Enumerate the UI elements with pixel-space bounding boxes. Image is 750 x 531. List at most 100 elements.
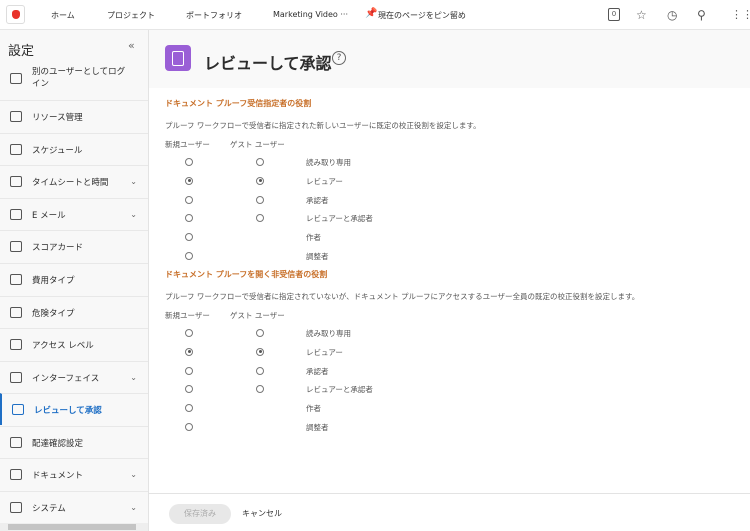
sidebar-item-label: 費用タイプ — [32, 275, 75, 286]
radio-new-user[interactable] — [185, 233, 193, 242]
radio-guest-user[interactable] — [256, 366, 264, 375]
role-label: 承認者 — [306, 195, 329, 205]
timesheet-icon — [10, 176, 22, 187]
nav-portfolios[interactable]: ポートフォリオ — [186, 10, 242, 21]
role-label: 読み取り専用 — [306, 329, 351, 338]
chevron-down-icon[interactable]: ⌄ — [130, 470, 137, 479]
sidebar-item-label: スケジュール — [32, 145, 83, 156]
nav-home[interactable]: ホーム — [51, 10, 75, 21]
radio-guest-user[interactable] — [256, 195, 264, 204]
sidebar-item-label: リソース管理 — [32, 112, 83, 123]
interface-icon — [10, 372, 22, 383]
radio-new-user[interactable] — [185, 252, 193, 260]
apps-grid-icon[interactable]: ⋮⋮ — [731, 8, 750, 21]
radio-new-user[interactable] — [185, 423, 193, 431]
column-new-user: 新規ユーザー — [165, 140, 210, 149]
column-new-user: 新規ユーザー — [165, 311, 210, 320]
radio-new-user[interactable] — [185, 385, 193, 394]
radio-guest-user[interactable] — [256, 176, 264, 185]
radio-guest-user[interactable] — [256, 158, 264, 166]
sidebar-item[interactable]: E メール ⌄ — [0, 198, 148, 230]
sidebar-item[interactable]: スコアカード — [0, 230, 148, 262]
section-description: プルーフ ワークフローで受信者に指定されていないが、ドキュメント プルーフにアク… — [165, 292, 640, 301]
sidebar-item[interactable]: スケジュール — [0, 133, 148, 165]
risk-icon — [10, 307, 22, 318]
radio-guest-user[interactable] — [256, 214, 264, 223]
help-icon[interactable]: ? — [332, 51, 346, 65]
sidebar-item[interactable]: レビューして承認 — [0, 393, 148, 425]
document-icon — [10, 469, 22, 480]
sidebar-item-label: インターフェイス — [32, 373, 100, 384]
radio-new-user[interactable] — [185, 366, 193, 375]
sidebar-item[interactable]: 別のユーザーとしてログイン — [0, 60, 148, 96]
sidebar-item-label: アクセス レベル — [32, 340, 94, 351]
scorecard-icon — [10, 241, 22, 252]
sidebar-scrollbar[interactable] — [0, 523, 148, 531]
section-title: ドキュメント プルーフを開く非受信者の役割 — [165, 270, 328, 279]
sidebar-item-label: 配達確認設定 — [32, 438, 84, 449]
radio-guest-user[interactable] — [256, 329, 264, 337]
pin-icon: 📌 — [365, 8, 378, 19]
save-button[interactable]: 保存済み — [169, 504, 231, 524]
sidebar-title: 設定 — [8, 44, 35, 59]
sidebar-item[interactable]: インターフェイス ⌄ — [0, 361, 148, 393]
resource-icon — [10, 111, 22, 122]
sidebar-item-label: スコアカード — [32, 242, 84, 253]
role-label: 調整者 — [306, 252, 329, 261]
chevron-down-icon[interactable]: ⌄ — [130, 177, 137, 186]
chevron-down-icon[interactable]: ⌄ — [130, 210, 137, 219]
radio-new-user[interactable] — [185, 404, 193, 413]
sidebar-item[interactable]: リソース管理 — [0, 100, 148, 132]
page-title: レビューして承認 — [204, 54, 332, 73]
system-icon — [10, 502, 22, 513]
role-label: レビュアーと承認者 — [306, 214, 373, 224]
chevron-down-icon[interactable]: ⌄ — [130, 503, 137, 512]
role-label: レビュアー — [306, 347, 343, 357]
sidebar-item-label: ドキュメント — [32, 470, 84, 481]
lock-icon — [10, 339, 22, 350]
sidebar-item-label: 別のユーザーとしてログイン — [32, 67, 126, 89]
search-icon[interactable]: ⚲ — [697, 8, 706, 22]
sidebar-item[interactable]: タイムシートと時間 ⌄ — [0, 165, 148, 197]
history-icon[interactable]: ◷ — [667, 8, 677, 22]
nav-recent-project[interactable]: Marketing Video ··· — [273, 10, 348, 19]
settings-sidebar: 設定 « 別のユーザーとしてログインリソース管理 スケジュールタイムシートと時間 ⌄… — [0, 30, 149, 531]
radio-new-user[interactable] — [185, 214, 193, 223]
sidebar-item-label: レビューして承認 — [34, 405, 102, 416]
column-guest-user: ゲスト ユーザー — [230, 311, 285, 320]
nav-projects[interactable]: プロジェクト — [107, 10, 155, 21]
cancel-button[interactable]: キャンセル — [242, 508, 282, 519]
top-bar: ホーム プロジェクト ポートフォリオ Marketing Video ··· 📌… — [0, 0, 750, 30]
collapse-sidebar-button[interactable]: « — [128, 39, 135, 52]
sidebar-item[interactable]: 費用タイプ — [0, 263, 148, 295]
sidebar-item[interactable]: システム ⌄ — [0, 491, 148, 523]
notifications-badge[interactable]: 0 — [608, 8, 620, 21]
radio-guest-user[interactable] — [256, 385, 264, 394]
chevron-down-icon[interactable]: ⌄ — [130, 373, 137, 382]
role-label: 調整者 — [306, 423, 329, 432]
radio-guest-user[interactable] — [256, 347, 264, 356]
sidebar-item[interactable]: アクセス レベル — [0, 328, 148, 360]
sidebar-item[interactable]: 配達確認設定 — [0, 426, 148, 458]
sidebar-item-label: システム — [32, 503, 66, 514]
radio-new-user[interactable] — [185, 195, 193, 204]
radio-new-user[interactable] — [185, 347, 193, 356]
radio-new-user[interactable] — [185, 329, 193, 337]
radio-new-user[interactable] — [185, 176, 193, 185]
section-description: プルーフ ワークフローで受信者に指定された新しいユーザーに既定の校正役割を設定し… — [165, 121, 481, 130]
role-label: 作者 — [306, 233, 321, 243]
star-icon[interactable]: ☆ — [636, 8, 647, 22]
section-title: ドキュメント プルーフ受信指定者の役割 — [165, 99, 312, 108]
sidebar-item[interactable]: ドキュメント ⌄ — [0, 458, 148, 490]
review-approve-icon — [165, 45, 191, 71]
role-label: レビュアー — [306, 176, 343, 186]
sidebar-item-label: 危険タイプ — [32, 308, 75, 319]
calendar-icon — [10, 144, 22, 155]
sidebar-item[interactable]: 危険タイプ — [0, 296, 148, 328]
sidebar-item-label: E メール — [32, 210, 66, 221]
pin-page-button[interactable]: 現在のページをピン留め — [378, 10, 466, 21]
column-guest-user: ゲスト ユーザー — [230, 140, 285, 149]
app-logo[interactable] — [6, 5, 25, 24]
radio-new-user[interactable] — [185, 158, 193, 166]
sidebar-item-label: タイムシートと時間 — [32, 177, 109, 188]
